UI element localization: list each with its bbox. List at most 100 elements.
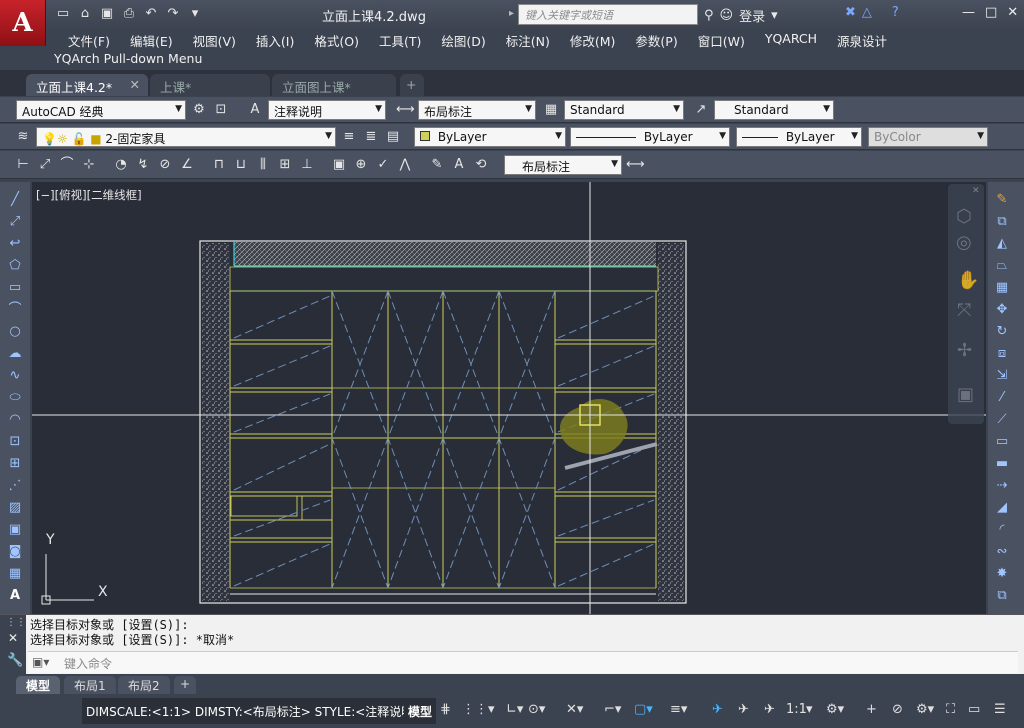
fullscreen-icon[interactable]: ▭ [968, 702, 980, 717]
ellipse-icon[interactable]: ⬭ [5, 388, 25, 408]
a360-icon[interactable]: △ [862, 5, 872, 20]
binoculars-icon[interactable]: ⚲ [704, 8, 714, 23]
dim-space-icon[interactable]: ⊞ [276, 156, 294, 174]
minimize-icon[interactable]: — [962, 5, 975, 20]
exchange-icon[interactable]: ✖ [845, 5, 856, 20]
full-navigation-icon[interactable]: ◎ [956, 232, 972, 253]
orbit-icon[interactable]: ✢ [957, 340, 972, 361]
model-space-button[interactable]: 模型 [404, 698, 437, 724]
steering-wheel-icon[interactable]: ⬡ [956, 206, 972, 227]
customization-menu-icon[interactable]: ☰ [994, 702, 1006, 717]
isodraft-icon[interactable]: ✕▾ [566, 702, 583, 717]
scale-value[interactable]: 1:1 [786, 702, 807, 717]
angular-dim-icon[interactable]: ∠ [178, 156, 196, 174]
menu-item[interactable]: YQARCH [755, 31, 827, 50]
blend-icon[interactable]: ∾ [992, 542, 1012, 562]
lineweight-toggle-icon[interactable]: ≡▾ [670, 702, 687, 717]
move-icon[interactable]: ✥ [992, 300, 1012, 320]
help-icon[interactable]: ? [892, 5, 899, 20]
table-icon[interactable]: ▦ [5, 564, 25, 584]
rectangle-icon[interactable]: ▭ [5, 278, 25, 298]
search-input[interactable]: 键入关键字或短语 [518, 4, 698, 25]
radius-dim-icon[interactable]: ◔ [112, 156, 130, 174]
linetype-select[interactable]: ByLayer ▼ [570, 127, 730, 147]
mtext-icon[interactable]: A [5, 586, 25, 606]
login-button[interactable]: 登录 [739, 6, 765, 25]
zoom-extents-icon[interactable]: ⤧ [957, 300, 971, 321]
extend-icon[interactable]: ⟋ [992, 410, 1012, 430]
customize-icon[interactable]: ⊡ [212, 101, 230, 119]
dim-style-icon[interactable]: ⟷ [396, 101, 415, 119]
aligned-dim-icon[interactable]: ⤢ [36, 156, 54, 174]
baseline-dim-icon[interactable]: ⊔ [232, 156, 250, 174]
layer-manager-icon[interactable]: ≋ [14, 128, 32, 146]
line-icon[interactable]: ╱ [5, 190, 25, 210]
print-icon[interactable]: ⎙ [120, 6, 138, 22]
tolerance-icon[interactable]: ▣ [330, 156, 348, 174]
jogged-dim-icon[interactable]: ↯ [134, 156, 152, 174]
continue-dim-icon[interactable]: ⫼ [254, 156, 272, 174]
command-customize-icon[interactable]: 🔧 [7, 653, 23, 668]
ordinate-dim-icon[interactable]: ⊹ [80, 156, 98, 174]
clean-screen-icon[interactable]: ⛶ [946, 702, 955, 717]
user-icon[interactable]: ☺ [720, 8, 734, 23]
redo-icon[interactable]: ↷ [164, 6, 182, 22]
rotate-icon[interactable]: ↻ [992, 322, 1012, 342]
auto-scale-icon[interactable]: ✈ [738, 702, 749, 717]
workspace-select[interactable]: AutoCAD 经典 ▼ [16, 100, 186, 120]
menu-item[interactable]: 文件(F) [58, 31, 120, 50]
table-style-icon[interactable]: ▦ [542, 101, 560, 119]
search-expand-icon[interactable]: ▸ [509, 8, 514, 19]
hardware-accel-icon[interactable]: ⚙▾ [916, 702, 934, 717]
command-prompt-icon[interactable]: ▣▾ [32, 655, 49, 669]
dim-style-select[interactable]: 布局标注 ▼ [418, 100, 536, 120]
dim-text-edit-icon[interactable]: A [450, 156, 468, 174]
scale-icon[interactable]: ⧈ [992, 344, 1012, 364]
object-snap-icon[interactable]: ⌐▾ [604, 702, 621, 717]
point-icon[interactable]: ⋰ [5, 476, 25, 496]
doc-tab[interactable]: 上课* [150, 74, 270, 96]
menu-item[interactable]: 标注(N) [496, 31, 560, 50]
break-icon[interactable]: ▬ [992, 454, 1012, 474]
yqarch-pulldown-menu[interactable]: YQArch Pull-down Menu [54, 51, 202, 66]
tab-layout2[interactable]: 布局2 [118, 676, 170, 694]
doc-tab[interactable]: 立面图上课* [272, 74, 396, 96]
offset-icon[interactable]: ⏢ [992, 256, 1012, 276]
navbar-close-icon[interactable]: ✕ [972, 186, 980, 196]
gradient-icon[interactable]: ▣ [5, 520, 25, 540]
stretch-icon[interactable]: ⇲ [992, 366, 1012, 386]
arc-icon[interactable]: ⌒ [5, 300, 25, 320]
table-style-select[interactable]: Standard ▼ [564, 100, 684, 120]
grid-icon[interactable]: ⋕ [440, 702, 451, 717]
mleader-style-icon[interactable]: ↗ [692, 101, 710, 119]
menu-item[interactable]: 源泉设计 [827, 31, 897, 50]
layer-select[interactable]: 💡☼ 🔓 ■ 2-固定家具 ▼ [36, 127, 336, 147]
menu-item[interactable]: 工具(T) [369, 31, 431, 50]
ortho-icon[interactable]: ∟▾ [506, 702, 523, 717]
command-grip-icon[interactable]: ⋮⋮ [6, 617, 26, 628]
menu-item[interactable]: 编辑(E) [120, 31, 183, 50]
quick-dim-icon[interactable]: ⊓ [210, 156, 228, 174]
menu-item[interactable]: 视图(V) [183, 31, 246, 50]
menu-item[interactable]: 参数(P) [625, 31, 687, 50]
array-icon[interactable]: ▦ [992, 278, 1012, 298]
polygon-icon[interactable]: ⬠ [5, 256, 25, 276]
center-mark-icon[interactable]: ⊕ [352, 156, 370, 174]
qat-dropdown-icon[interactable]: ▾ [186, 6, 204, 22]
annotation-visibility-icon[interactable]: ✈ [712, 702, 723, 717]
jogged-linear-icon[interactable]: ⋀ [396, 156, 414, 174]
dim-update-icon[interactable]: ⟲ [472, 156, 490, 174]
command-close-icon[interactable]: ✕ [8, 631, 18, 645]
save-icon[interactable]: ▣ [98, 6, 116, 22]
pan-icon[interactable]: ✋ [957, 270, 979, 291]
text-style-select[interactable]: 注释说明 ▼ [268, 100, 386, 120]
dim-edit-icon[interactable]: ✎ [428, 156, 446, 174]
polar-icon[interactable]: ⊙▾ [528, 702, 545, 717]
copy-icon[interactable]: ⧉ [992, 212, 1012, 232]
menu-item[interactable]: 修改(M) [560, 31, 626, 50]
command-input[interactable]: ▣▾ 键入命令 [28, 651, 1018, 673]
menu-item[interactable]: 窗口(W) [688, 31, 755, 50]
polyline-icon[interactable]: ↩ [5, 234, 25, 254]
linear-dim-icon[interactable]: ⊢ [14, 156, 32, 174]
color-select[interactable]: ByLayer ▼ [414, 127, 566, 147]
